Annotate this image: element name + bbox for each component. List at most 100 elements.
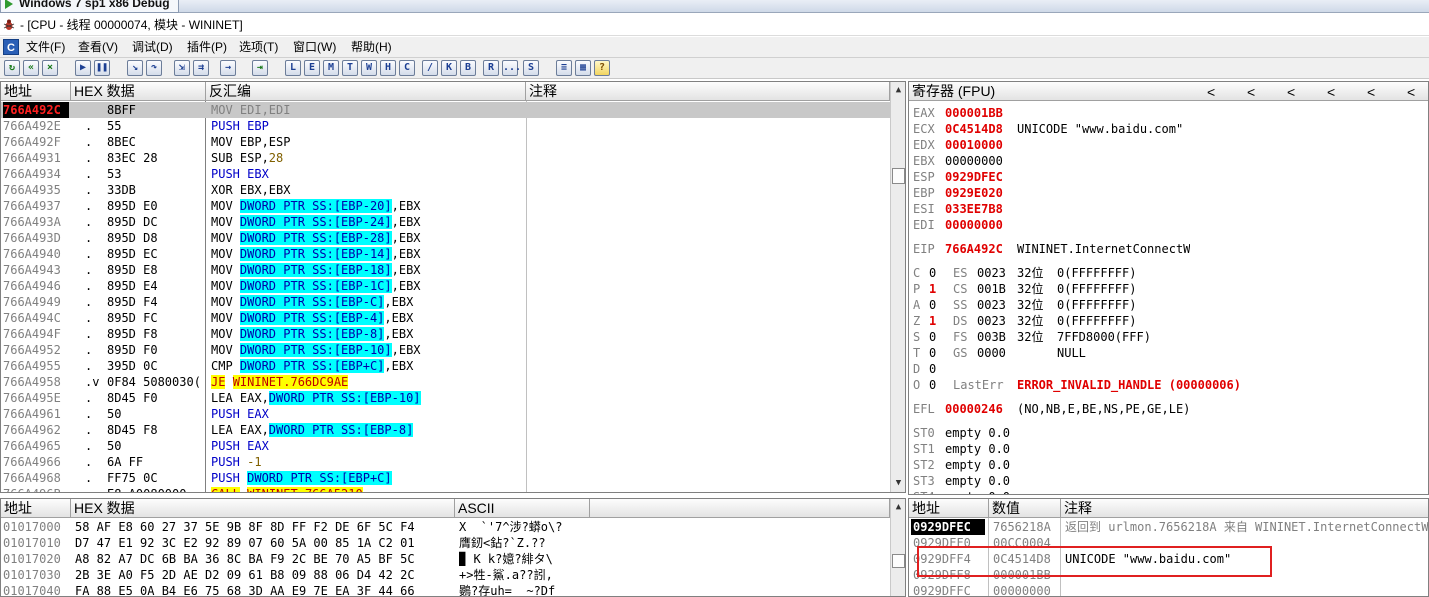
dump-row[interactable]: 01017040 FA 88 E5 0A B4 E6 75 68 3D AA E9… (1, 583, 890, 596)
disasm-row[interactable]: 766A494F. 895D F8 MOV DWORD PTR SS:[EBP-8]… (1, 326, 890, 342)
register-value[interactable]: empty 0.0 (945, 473, 1010, 489)
run-icon[interactable]: ▶ (75, 60, 91, 76)
disasm-row[interactable]: 766A493D. 895D D8 MOV DWORD PTR SS:[EBP-28… (1, 230, 890, 246)
disasm-row[interactable]: 766A4946. 895D E4 MOV DWORD PTR SS:[EBP-1C… (1, 278, 890, 294)
disasm-row[interactable]: 766A4940. 895D EC MOV DWORD PTR SS:[EBP-14… (1, 246, 890, 262)
open-icon[interactable]: ↻ (4, 60, 20, 76)
disasm-row[interactable]: 766A493A. 895D DC MOV DWORD PTR SS:[EBP-24… (1, 214, 890, 230)
trace-over-icon[interactable]: ⇉ (193, 60, 209, 76)
disasm-row[interactable]: 766A4965. 50 PUSH EAX (1, 438, 890, 454)
goto-icon[interactable]: ⇥ (252, 60, 268, 76)
dump-row[interactable]: 01017000 58 AF E8 60 27 37 5E 9B 8F 8D FF… (1, 519, 890, 535)
disasm-row[interactable]: 766A4962. 8D45 F8 LEA EAX,DWORD PTR SS:[EB… (1, 422, 890, 438)
step-into-icon[interactable]: ↘ (127, 60, 143, 76)
restart-icon[interactable]: « (23, 60, 39, 76)
register-value[interactable]: empty 0.0 (945, 441, 1010, 457)
stack-row[interactable]: 0929DFEC 7656218A 返回到 urlmon.7656218A 来自 W… (909, 519, 1428, 535)
segment-selector[interactable]: 003B (977, 329, 1006, 345)
mdi-cpu-icon[interactable]: C (3, 39, 19, 55)
register-value[interactable]: 0929DFEC (945, 169, 1003, 185)
register-value[interactable]: 766A492C (945, 241, 1003, 257)
disasm-row[interactable]: 766A492E. 55 PUSH EBP (1, 118, 890, 134)
stack-header-value[interactable]: 数值 (989, 499, 1061, 518)
flag-value[interactable]: 0 (929, 297, 936, 313)
toolbar-btn-handles[interactable]: H (380, 60, 396, 76)
flag-value[interactable]: 0 (929, 265, 936, 281)
disasm-row[interactable]: 766A495E. 8D45 F0 LEA EAX,DWORD PTR SS:[EB… (1, 390, 890, 406)
disasm-row[interactable]: 766A492C 8BFF MOV EDI,EDI (1, 102, 890, 118)
register-value[interactable]: empty 0.0 (945, 457, 1010, 473)
dump-list[interactable]: 01017000 58 AF E8 60 27 37 5E 9B 8F 8D FF… (1, 519, 890, 596)
toolbar-btn-threads[interactable]: T (342, 60, 358, 76)
disasm-row[interactable]: 766A4952. 895D F0 MOV DWORD PTR SS:[EBP-10… (1, 342, 890, 358)
stack-header-comment[interactable]: 注释 (1061, 499, 1428, 518)
disasm-row[interactable]: 766A4937. 895D E0 MOV DWORD PTR SS:[EBP-20… (1, 198, 890, 214)
nav-arrow-icon[interactable]: < (1247, 83, 1255, 101)
register-value[interactable]: 00000000 (945, 217, 1003, 233)
grid-icon[interactable]: ▦ (575, 60, 591, 76)
nav-arrow-icon[interactable]: < (1207, 83, 1215, 101)
scroll-down-icon[interactable]: ▼ (893, 478, 904, 489)
toolbar-btn-memory[interactable]: M (323, 60, 339, 76)
menu-help[interactable]: 帮助(H) (349, 37, 394, 57)
disasm-row[interactable]: 766A4931. 83EC 28 SUB ESP,28 (1, 150, 890, 166)
flag-value[interactable]: 0 (929, 329, 936, 345)
menu-options[interactable]: 选项(T) (237, 37, 280, 57)
disasm-header-disasm[interactable]: 反汇编 (206, 82, 526, 101)
toolbar-btn-callstack[interactable]: K (441, 60, 457, 76)
nav-arrow-icon[interactable]: < (1367, 83, 1375, 101)
disasm-row[interactable]: 766A496B.E8 A0080000 CALL WININET.766A521… (1, 486, 890, 492)
flag-value[interactable]: 0 (929, 345, 936, 361)
trace-into-icon[interactable]: ⇲ (174, 60, 190, 76)
execute-till-return-icon[interactable]: → (220, 60, 236, 76)
scroll-thumb[interactable] (892, 554, 905, 568)
disasm-row[interactable]: 766A4955. 395D 0C CMP DWORD PTR SS:[EBP+C]… (1, 358, 890, 374)
segment-selector[interactable]: 001B (977, 281, 1006, 297)
vm-tab[interactable]: Windows 7 sp1 x86 Debug (0, 0, 179, 13)
flag-value[interactable]: 1 (929, 281, 936, 297)
disasm-header-address[interactable]: 地址 (1, 82, 71, 101)
disasm-header-hex[interactable]: HEX 数据 (71, 82, 206, 101)
register-value[interactable]: empty 0.0 (945, 489, 1010, 494)
dump-row[interactable]: 01017020 A8 82 A7 DC 6B BA 36 8C BA F9 2C… (1, 551, 890, 567)
dump-row[interactable]: 01017030 2B 3E A0 F5 2D AE D2 09 61 B8 09… (1, 567, 890, 583)
disasm-row[interactable]: 766A4949. 895D F4 MOV DWORD PTR SS:[EBP-C]… (1, 294, 890, 310)
dump-row[interactable]: 01017010 D7 47 E1 92 3C E2 92 89 07 60 5A… (1, 535, 890, 551)
menu-file[interactable]: 文件(F) (24, 37, 67, 57)
scroll-up-icon[interactable]: ▲ (893, 85, 904, 96)
disasm-row[interactable]: 766A4966. 6A FF PUSH -1 (1, 454, 890, 470)
disasm-header-comment[interactable]: 注释 (526, 82, 890, 101)
disasm-row[interactable]: 766A4943. 895D E8 MOV DWORD PTR SS:[EBP-18… (1, 262, 890, 278)
register-value[interactable]: empty 0.0 (945, 425, 1010, 441)
stack-row[interactable]: 0929DFFC 00000000 (909, 583, 1428, 596)
nav-arrow-icon[interactable]: < (1407, 83, 1415, 101)
disasm-row[interactable]: 766A4934. 53 PUSH EBX (1, 166, 890, 182)
register-value[interactable]: 0929E020 (945, 185, 1003, 201)
nav-arrow-icon[interactable]: < (1327, 83, 1335, 101)
toolbar-btn-patches[interactable]: / (422, 60, 438, 76)
disasm-scrollbar[interactable]: ▲ ▼ (890, 82, 905, 492)
menu-view[interactable]: 查看(V) (76, 37, 120, 57)
disasm-row[interactable]: 766A4968. FF75 0C PUSH DWORD PTR SS:[EBP+C… (1, 470, 890, 486)
register-value[interactable]: 00010000 (945, 137, 1003, 153)
toolbar-btn-executables[interactable]: E (304, 60, 320, 76)
disasm-list[interactable]: 766A492C 8BFF MOV EDI,EDI 766A492E. 55 PUSH E… (1, 102, 890, 492)
register-value[interactable]: 00000000 (945, 153, 1003, 169)
help-icon[interactable]: ? (594, 60, 610, 76)
toolbar-btn-references[interactable]: R (483, 60, 499, 76)
segment-selector[interactable]: 0023 (977, 265, 1006, 281)
disasm-row[interactable]: 766A492F. 8BEC MOV EBP,ESP (1, 134, 890, 150)
register-value[interactable]: 000001BB (945, 105, 1003, 121)
disasm-row[interactable]: 766A4935. 33DB XOR EBX,EBX (1, 182, 890, 198)
dump-header-ascii[interactable]: ASCII (455, 499, 590, 518)
disasm-row[interactable]: 766A4958 .v 0F84 5080030(JE WININET.766DC9… (1, 374, 890, 390)
scroll-thumb[interactable] (892, 168, 905, 184)
stack-header-address[interactable]: 地址 (909, 499, 989, 518)
pause-icon[interactable]: ❚❚ (94, 60, 110, 76)
toolbar-btn-breakpoints[interactable]: B (460, 60, 476, 76)
toolbar-btn-log[interactable]: L (285, 60, 301, 76)
register-value[interactable]: 033EE7B8 (945, 201, 1003, 217)
register-value[interactable]: 00000246 (945, 401, 1003, 417)
segment-selector[interactable]: 0023 (977, 297, 1006, 313)
dump-header-address[interactable]: 地址 (1, 499, 71, 518)
